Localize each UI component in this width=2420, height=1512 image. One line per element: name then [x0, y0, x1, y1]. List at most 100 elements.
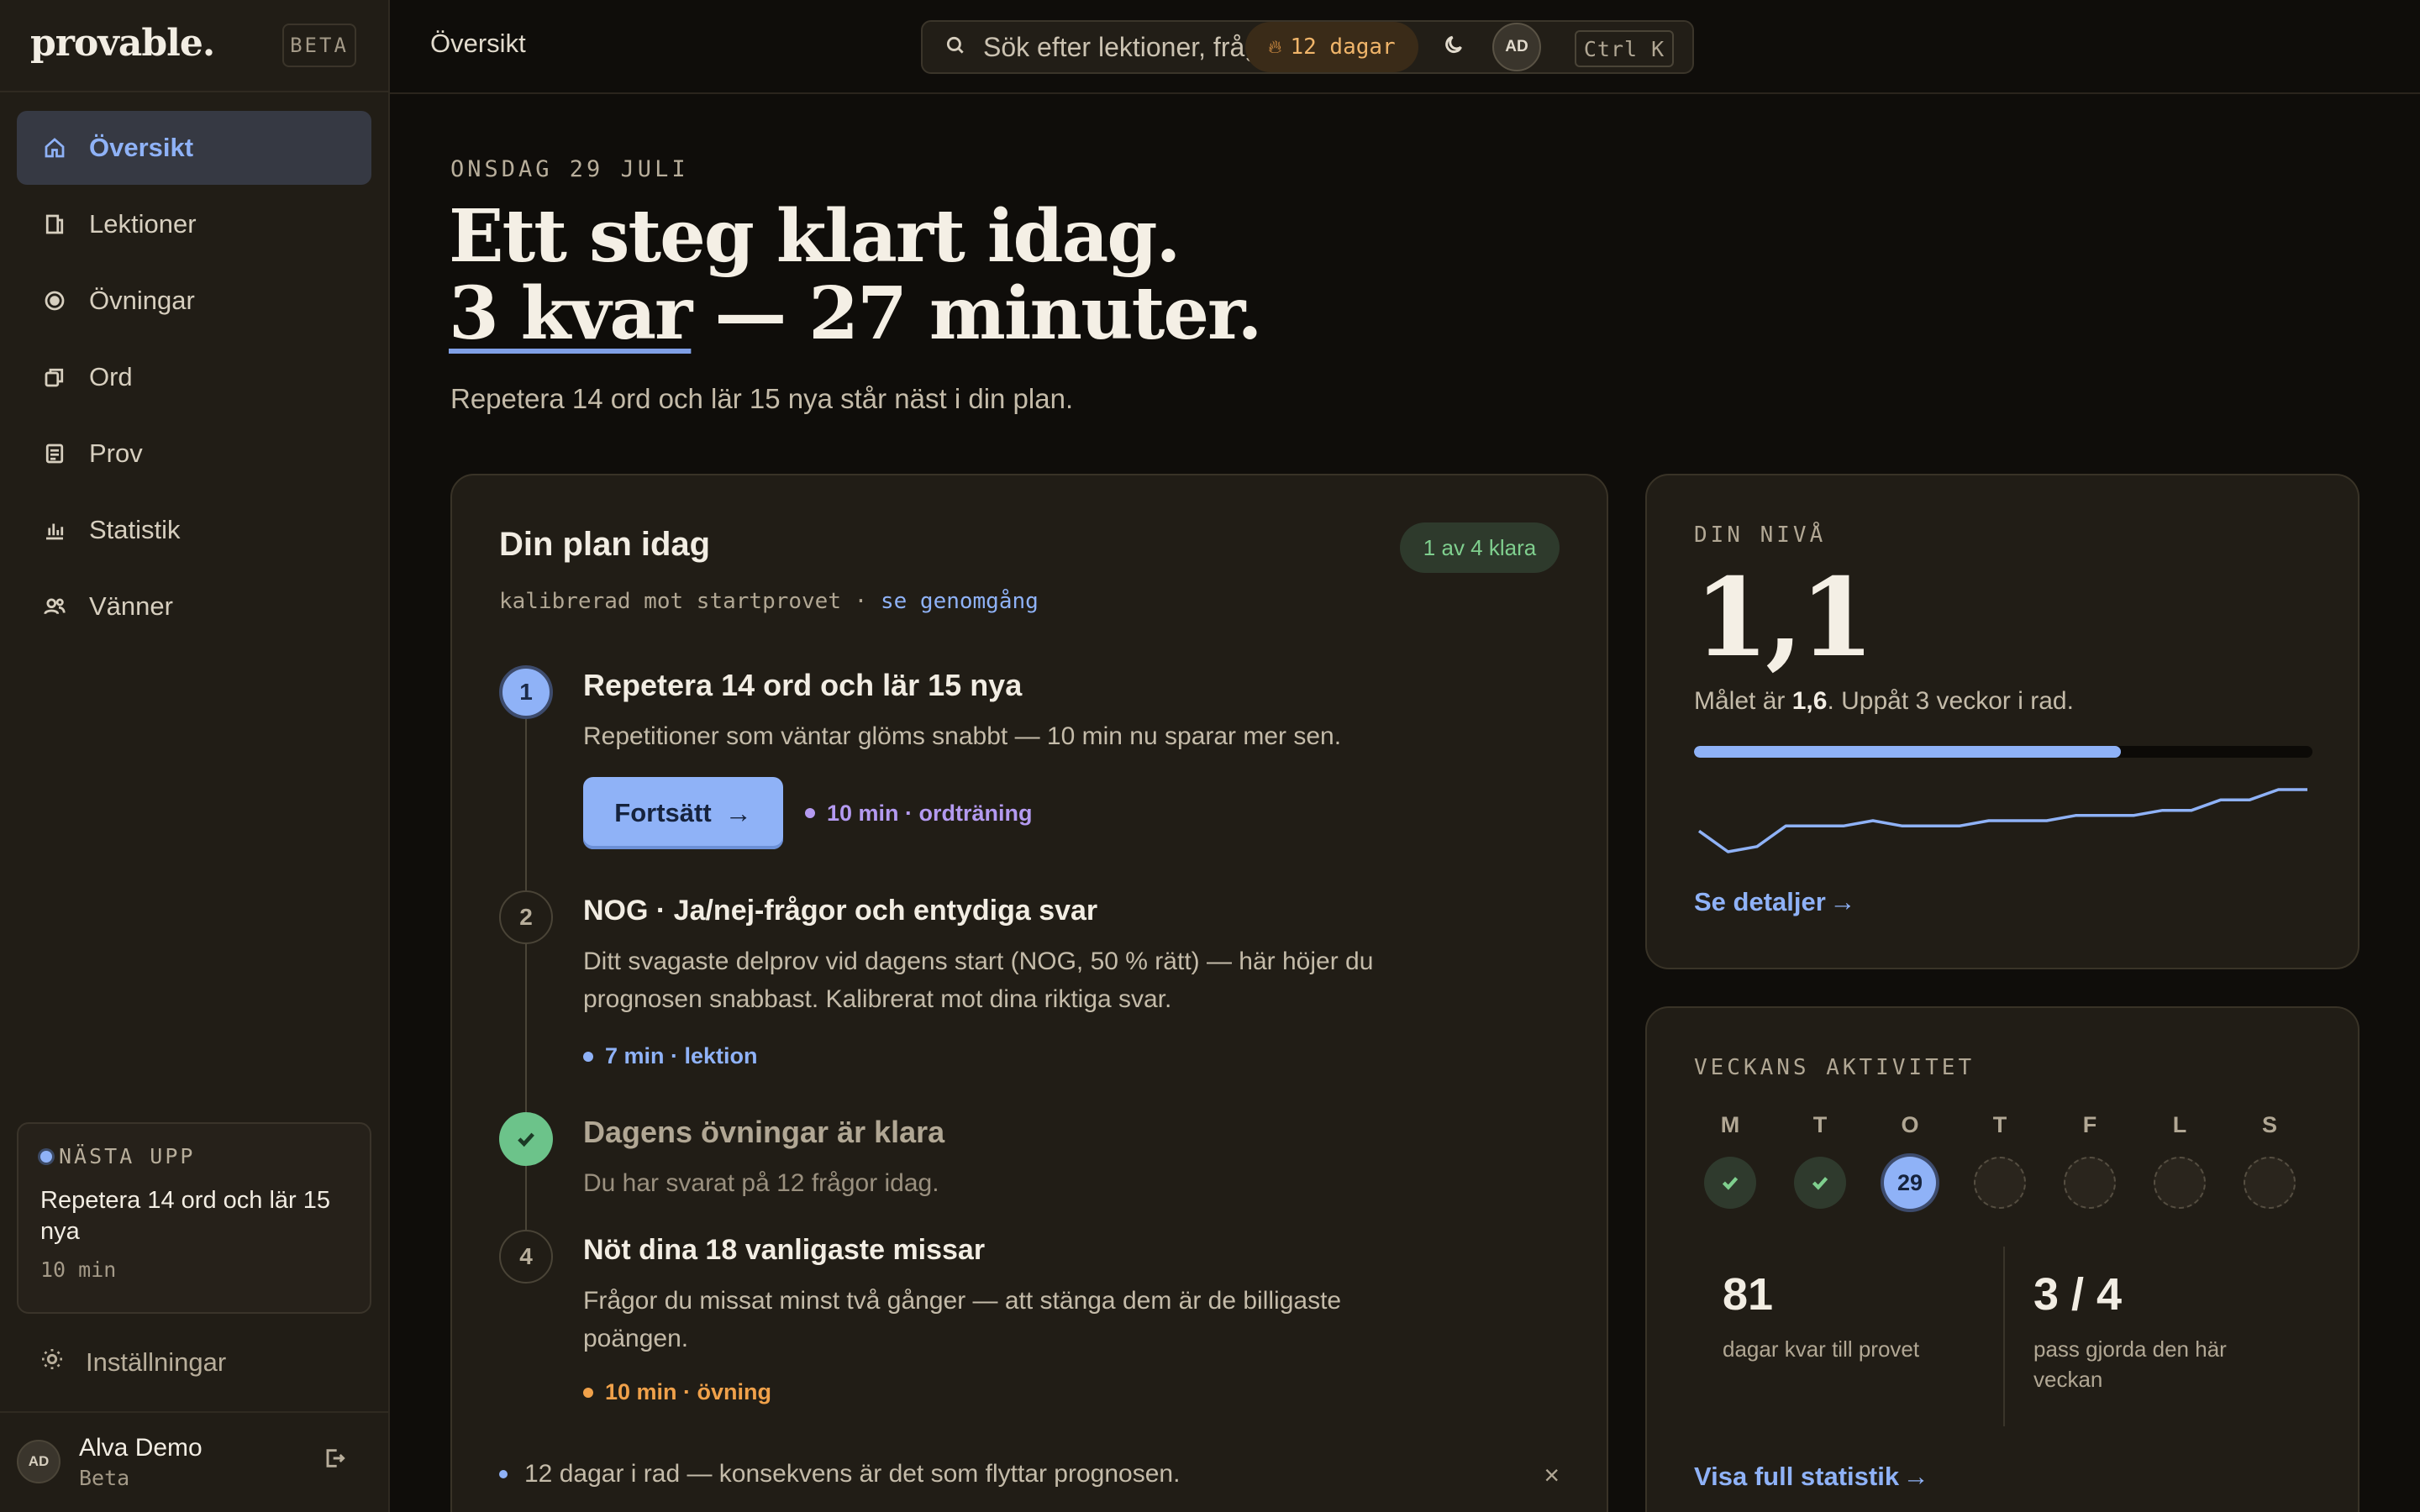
level-progress-fill: [1694, 746, 2121, 758]
next-up-kicker: NÄSTA UPP: [59, 1144, 196, 1168]
brand-logo[interactable]: provable.: [30, 22, 215, 65]
level-goal: 1,6: [1791, 687, 1828, 715]
day-letter: F: [2082, 1112, 2097, 1137]
sidebar-nav: Översikt Lektioner Övningar Ord Prov Sta…: [17, 111, 371, 646]
step-connector: [525, 719, 527, 890]
level-progress-bar: [1694, 746, 2312, 758]
page-title: Ett steg klart idag. 3 kvar — 27 minuter…: [449, 198, 1262, 356]
streak-badge[interactable]: 🔥︎ 12 dagar: [1245, 22, 1418, 72]
document-icon: [40, 439, 69, 468]
see-details-link[interactable]: Se detaljer →: [1694, 887, 1855, 917]
step-meta-text: 10 min · övning: [605, 1379, 772, 1404]
sidebar-item-label: Ord: [89, 362, 133, 391]
home-icon: [40, 134, 69, 162]
meta-dot: [805, 808, 815, 818]
sidebar-item-ord[interactable]: Ord: [17, 340, 371, 414]
brand-name: provable.: [30, 22, 215, 65]
step-meta: 10 min · ordträning: [805, 801, 1033, 827]
logout-icon[interactable]: [321, 1445, 355, 1478]
day-today: 29: [1884, 1157, 1936, 1209]
gear-icon: [39, 1346, 86, 1379]
trend-line: [1697, 788, 2307, 853]
plan-step-3: Dagens övningar är klara Du har svarat p…: [499, 1112, 1558, 1230]
sidebar-item-label: Lektioner: [89, 209, 197, 239]
full-statistics-link[interactable]: Visa full statistik →: [1694, 1462, 1929, 1492]
step-body: NOG · Ja/nej-frågor och entydiga svar Di…: [583, 890, 1507, 1069]
day-5: L: [2154, 1112, 2206, 1209]
day-3: T: [1974, 1112, 2026, 1209]
day-6: S: [2244, 1112, 2296, 1209]
day-4: F: [2064, 1112, 2116, 1209]
sidebar-item-statistik[interactable]: Statistik: [17, 493, 371, 567]
day-letter: L: [2172, 1112, 2187, 1137]
day-letter: O: [1901, 1112, 1919, 1137]
day-1: T: [1794, 1112, 1846, 1209]
day-empty: [1974, 1157, 2026, 1209]
step-meta-text: 7 min · lektion: [605, 1043, 758, 1068]
continue-label: Fortsätt: [614, 798, 712, 827]
next-up-label: NÄSTA UPP: [40, 1144, 348, 1168]
sidebar-item-vanner[interactable]: Vänner: [17, 570, 371, 643]
continue-button[interactable]: Fortsätt →: [583, 777, 783, 849]
step-meta: 10 min · övning: [583, 1379, 1507, 1405]
sidebar-item-label: Statistik: [89, 515, 181, 544]
step-description: Ditt svagaste delprov vid dagens start (…: [583, 948, 1374, 1013]
avatar: AD: [17, 1440, 60, 1483]
day-letter: M: [1720, 1112, 1740, 1137]
avatar[interactable]: AD: [1492, 23, 1541, 71]
next-up-title: Repetera 14 ord och lär 15 nya: [40, 1187, 330, 1245]
stat-sessions: 3 / 4 pass gjorda den här veckan: [2033, 1268, 2286, 1394]
level-value: 1,1: [1694, 555, 1875, 681]
walkthrough-link[interactable]: se genomgång: [881, 589, 1039, 614]
step-actions: Fortsätt → 10 min · ordträning: [583, 777, 1507, 849]
stat-value: 3 / 4: [2033, 1269, 2123, 1320]
level-trend-sparkline: [1697, 788, 2307, 853]
cards-icon: [40, 363, 69, 391]
stat-days-left: 81 dagar kvar till provet: [1723, 1268, 1991, 1364]
day-letter: S: [2261, 1112, 2277, 1137]
step-done-check-icon: [499, 1112, 553, 1166]
stat-value: 81: [1723, 1269, 1774, 1320]
sidebar-item-ovningar[interactable]: Övningar: [17, 264, 371, 338]
step-meta: 7 min · lektion: [583, 1043, 1507, 1069]
breadcrumb: Översikt: [430, 29, 526, 58]
sidebar-item-lektioner[interactable]: Lektioner: [17, 187, 371, 261]
sidebar-item-prov[interactable]: Prov: [17, 417, 371, 491]
plan-step-2[interactable]: 2 NOG · Ja/nej-frågor och entydiga svar …: [499, 890, 1558, 1112]
day-empty: [2064, 1157, 2116, 1209]
date-label: ONSDAG 29 JULI: [450, 156, 689, 182]
arrow-right-icon: →: [1829, 887, 1856, 916]
day-2: O 29: [1884, 1112, 1936, 1209]
sidebar-item-oversikt[interactable]: Översikt: [17, 111, 371, 185]
keyboard-shortcut: Ctrl K: [1575, 30, 1674, 67]
search-icon: [944, 34, 966, 60]
day-letter: T: [1992, 1112, 2007, 1137]
plan-step-1: 1 Repetera 14 ord och lär 15 nya Repetit…: [499, 665, 1558, 890]
theme-toggle-moon-icon[interactable]: [1442, 32, 1472, 62]
divider: [0, 1411, 390, 1413]
settings-link[interactable]: Inställningar: [17, 1327, 371, 1398]
full-statistics-label: Visa full statistik: [1694, 1462, 1900, 1491]
divider: [0, 91, 390, 92]
next-up-card[interactable]: NÄSTA UPP Repetera 14 ord och lär 15 nya…: [17, 1122, 371, 1314]
sidebar-item-label: Vänner: [89, 591, 173, 621]
tip-banner: 12 dagar i rad — konsekvens är det som f…: [499, 1460, 1560, 1491]
title-line-2: — 27 minuter.: [691, 271, 1262, 356]
user-profile[interactable]: AD Alva Demo Beta: [17, 1428, 371, 1495]
beta-badge: BETA: [282, 24, 356, 67]
streak-label: 12 dagar: [1290, 34, 1396, 60]
close-icon[interactable]: ×: [1544, 1460, 1560, 1491]
plan-step-4[interactable]: 4 Nöt dina 18 vanligaste missar Frågor d…: [499, 1230, 1558, 1423]
step-title: NOG · Ja/nej-frågor och entydiga svar: [583, 895, 1098, 927]
sidebar-item-label: Översikt: [89, 133, 194, 162]
day-done-check-icon: [1794, 1157, 1846, 1209]
title-line-1: Ett steg klart idag.: [449, 194, 1181, 279]
title-emphasis: 3 kvar: [449, 271, 692, 356]
step-connector: [525, 944, 527, 1112]
level-kicker: DIN NIVÅ: [1694, 522, 1827, 548]
user-role: Beta: [79, 1465, 130, 1490]
user-name: Alva Demo: [79, 1433, 203, 1462]
level-text-pre: Målet är: [1694, 687, 1792, 715]
plan-subtitle-text: kalibrerad mot startprovet ·: [499, 589, 881, 614]
progress-badge: 1 av 4 klara: [1400, 522, 1560, 573]
